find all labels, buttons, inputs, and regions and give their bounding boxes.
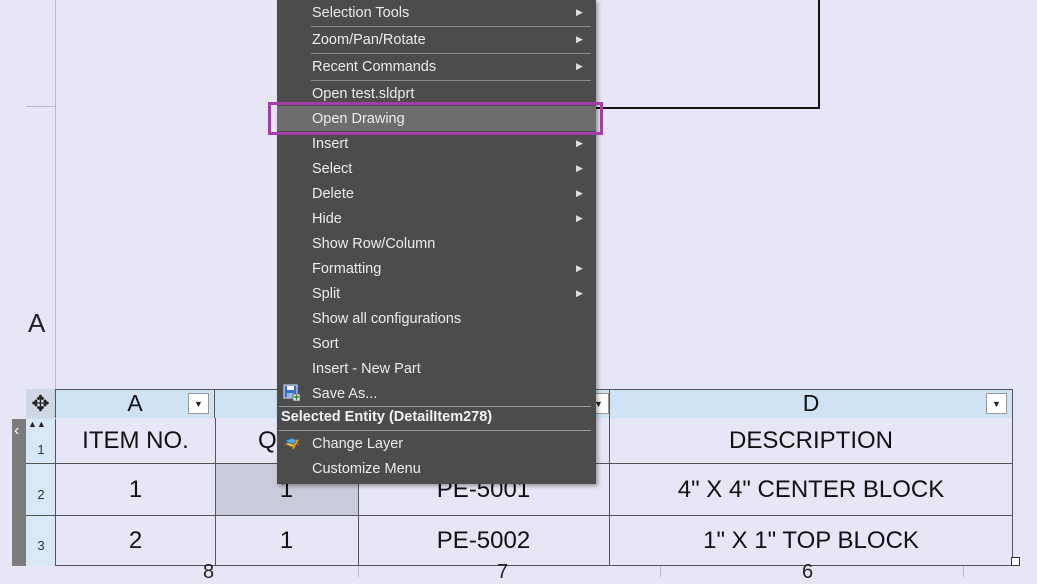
menu-item-split[interactable]: Split ▶ [277, 281, 596, 306]
column-header-d[interactable]: D [610, 389, 1013, 418]
menu-item-customize-menu[interactable]: Customize Menu [277, 456, 596, 481]
sheet-zone-number: 6 [802, 561, 814, 583]
table-cell-description[interactable]: 4" X 4" CENTER BLOCK [610, 464, 1012, 515]
submenu-arrow-icon: ▶ [576, 263, 583, 273]
menu-item-change-layer[interactable]: Change Layer [277, 431, 596, 456]
header-description[interactable]: DESCRIPTION [610, 419, 1012, 463]
menu-item-save-as[interactable]: Save As... [277, 381, 596, 406]
row-number-1[interactable]: 1 [26, 442, 56, 457]
collapse-left-icon[interactable]: ‹ [14, 422, 19, 440]
submenu-arrow-icon: ▶ [576, 288, 583, 298]
sheet-zone-number: 7 [497, 561, 509, 583]
sheet-zone-tick [660, 566, 661, 577]
submenu-arrow-icon: ▶ [576, 7, 583, 17]
menu-section-separator [279, 406, 591, 407]
menu-item-selection-tools[interactable]: Selection Tools ▶ [277, 0, 596, 25]
table-side-grip[interactable] [12, 419, 26, 566]
context-menu: Selection Tools ▶ Zoom/Pan/Rotate ▶ Recent… [277, 0, 596, 484]
table-resize-handle-icon[interactable] [1011, 557, 1020, 566]
menu-item-recent-commands[interactable]: Recent Commands ▶ [277, 54, 596, 79]
submenu-arrow-icon: ▶ [576, 188, 583, 198]
row-resize-icon[interactable]: ▲▲ [28, 419, 46, 429]
submenu-arrow-icon: ▶ [576, 213, 583, 223]
menu-item-show-row-column[interactable]: Show Row/Column [277, 231, 596, 256]
table-cell-part-number[interactable]: PE-5002 [358, 516, 609, 566]
column-d-dropdown-icon[interactable]: ▼ [986, 393, 1007, 414]
sheet-zone-tick [963, 566, 964, 577]
annotation-highlight-box [268, 102, 603, 135]
menu-item-insert-new-part[interactable]: Insert - New Part [277, 356, 596, 381]
menu-item-delete[interactable]: Delete ▶ [277, 181, 596, 206]
sheet-zone-tick [26, 106, 56, 107]
menu-item-formatting[interactable]: Formatting ▶ [277, 256, 596, 281]
sheet-zone-letter: A [28, 308, 46, 338]
submenu-arrow-icon: ▶ [576, 163, 583, 173]
table-cell-item[interactable]: 2 [56, 516, 215, 566]
table-cell-description[interactable]: 1" X 1" TOP BLOCK [610, 516, 1012, 566]
sheet-zone-number: 8 [203, 561, 215, 583]
table-move-handle-icon[interactable]: ✥ [26, 389, 56, 418]
change-layer-icon [283, 434, 301, 452]
menu-item-sort[interactable]: Sort [277, 331, 596, 356]
submenu-arrow-icon: ▶ [576, 34, 583, 44]
submenu-arrow-icon: ▶ [576, 61, 583, 71]
menu-item-zoom-pan-rotate[interactable]: Zoom/Pan/Rotate ▶ [277, 27, 596, 52]
header-item-no[interactable]: ITEM NO. [56, 419, 215, 463]
sheet-bottom-border [0, 566, 1037, 577]
table-cell-item[interactable]: 1 [56, 464, 215, 515]
menu-section-title: Selected Entity (DetailItem278) [281, 409, 493, 425]
drawing-view-border-line [818, 0, 820, 109]
table-cell-qty[interactable]: 1 [215, 516, 358, 566]
save-as-icon [283, 384, 301, 402]
sheet-zone-tick [358, 566, 359, 577]
row-number-2[interactable]: 2 [26, 487, 56, 502]
row-number-3[interactable]: 3 [26, 538, 56, 553]
menu-item-show-all-configurations[interactable]: Show all configurations [277, 306, 596, 331]
menu-item-hide[interactable]: Hide ▶ [277, 206, 596, 231]
drawing-view-border-line [590, 107, 820, 109]
menu-item-select[interactable]: Select ▶ [277, 156, 596, 181]
sheet-border-line [55, 0, 56, 390]
table-col-divider [1012, 418, 1013, 566]
column-a-dropdown-icon[interactable]: ▼ [188, 393, 209, 414]
submenu-arrow-icon: ▶ [576, 138, 583, 148]
